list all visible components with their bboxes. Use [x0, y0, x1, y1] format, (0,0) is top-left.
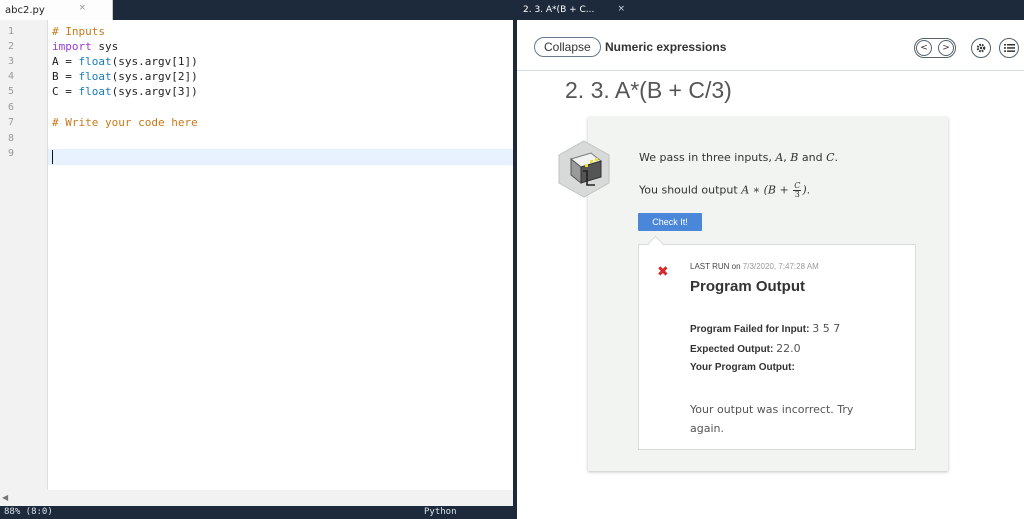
line-number: 8	[8, 133, 15, 144]
lesson-tabbar: 2. 3. A*(B + C... ×	[517, 0, 1024, 20]
code-area[interactable]: # Inputs import sys A = float(sys.argv[1…	[52, 20, 513, 490]
instruction-text: .	[806, 183, 811, 197]
code-line: B = float(sys.argv[2])	[52, 70, 513, 85]
cursor-position: 88% (8:0)	[4, 507, 53, 517]
close-icon[interactable]: ×	[78, 3, 86, 13]
prompt-text: We pass in three inputs,	[639, 151, 776, 164]
challenge-badge-icon	[558, 140, 610, 198]
your-output-label: Your Program Output:	[690, 362, 795, 373]
code-comment: # Inputs	[52, 25, 105, 38]
section-title: Numeric expressions	[605, 40, 727, 54]
failed-input-value: 3 5 7	[812, 322, 841, 335]
code-line: # Inputs	[52, 25, 513, 40]
editor-statusbar: 88% (8:0) Python	[0, 506, 513, 519]
last-run-time: 7/3/2020, 7:47:28 AM	[742, 262, 819, 271]
code-text: C =	[52, 85, 79, 98]
toolbar-divider	[517, 70, 1024, 71]
code-keyword: import	[52, 40, 92, 53]
output-instruction: You should output A ∗ (B + C 3).	[639, 182, 810, 199]
var-c: C	[826, 151, 835, 164]
line-number: 1	[8, 26, 15, 37]
failed-input-label: Program Failed for Input:	[690, 324, 813, 335]
lesson-tab-label: 2. 3. A*(B + C...	[523, 5, 595, 15]
line-number: 2	[8, 41, 15, 52]
line-number-gutter: 1 2 3 4 5 6 7 8 9	[0, 20, 48, 490]
code-text: B =	[52, 70, 79, 83]
line-number: 6	[8, 102, 15, 113]
instruction-text: You should output	[639, 183, 742, 197]
code-editor[interactable]: 1 2 3 4 5 6 7 8 9 # Inputs import sys A …	[0, 20, 513, 490]
editor-tabbar: abc2.py ×	[0, 0, 513, 20]
prompt-text: .	[834, 151, 839, 164]
code-function: float	[78, 85, 112, 98]
collapse-button[interactable]: Collapse	[534, 37, 601, 57]
check-it-button[interactable]: Check It!	[638, 213, 702, 231]
fraction: C3	[793, 182, 802, 199]
prompt-text: and	[798, 151, 827, 164]
close-icon[interactable]: ×	[617, 4, 625, 14]
list-icon	[1003, 44, 1015, 52]
failed-input-row: Program Failed for Input: 3 5 7	[690, 322, 840, 335]
lesson-toolbar: Collapse Numeric expressions < >	[517, 36, 1024, 60]
editor-tab-label: abc2.py	[5, 4, 45, 16]
scroll-left-icon[interactable]: ◀	[2, 493, 8, 502]
page-title: 2. 3. A*(B + C/3)	[565, 77, 732, 103]
editor-pane: abc2.py × 1 2 3 4 5 6 7 8 9 # Inputs imp…	[0, 0, 513, 519]
editor-tab[interactable]: abc2.py ×	[0, 0, 113, 20]
problem-statement: We pass in three inputs, A, B and C.	[639, 151, 838, 164]
page-nav: < >	[914, 38, 956, 58]
fraction-denominator: 3	[794, 190, 800, 199]
line-number: 4	[8, 71, 15, 82]
code-text: sys	[91, 40, 119, 53]
line-number: 3	[8, 56, 15, 67]
last-run-label: LAST RUN on	[690, 262, 743, 271]
code-text: (sys.argv[3])	[111, 85, 198, 98]
code-line: # Write your code here	[52, 116, 513, 131]
code-text: (sys.argv[1])	[111, 55, 198, 68]
chevron-left-icon[interactable]: <	[916, 40, 932, 56]
last-run-timestamp: LAST RUN on 7/3/2020, 7:47:28 AM	[690, 262, 819, 271]
line-number: 7	[8, 117, 15, 128]
code-line: import sys	[52, 40, 513, 55]
menu-button[interactable]	[999, 38, 1019, 58]
expected-output-label: Expected Output:	[690, 344, 777, 355]
result-message: Your output was incorrect. Try again.	[690, 403, 854, 435]
code-line: A = float(sys.argv[1])	[52, 55, 513, 70]
horizontal-scrollbar[interactable]: ◀	[0, 490, 513, 506]
line-number: 5	[8, 86, 15, 97]
code-function: float	[78, 55, 112, 68]
settings-button[interactable]	[971, 38, 991, 58]
x-mark-icon: ✖	[657, 264, 669, 280]
chevron-right-icon[interactable]: >	[938, 40, 954, 56]
code-line: C = float(sys.argv[3])	[52, 85, 513, 100]
code-function: float	[78, 70, 112, 83]
text-cursor	[52, 150, 53, 164]
code-text: (sys.argv[2])	[111, 70, 198, 83]
language-mode[interactable]: Python	[424, 507, 457, 517]
code-text: A =	[52, 55, 79, 68]
expected-output-value: 22.0	[776, 342, 801, 355]
expression: A ∗ (B +	[741, 183, 793, 197]
lesson-pane: 2. 3. A*(B + C... × Collapse Numeric exp…	[517, 0, 1024, 519]
your-output-row: Your Program Output:	[690, 362, 795, 373]
line-number: 9	[8, 148, 15, 159]
output-title: Program Output	[690, 278, 805, 295]
code-comment: # Write your code here	[52, 116, 198, 129]
expected-output-row: Expected Output: 22.0	[690, 342, 801, 355]
gear-icon	[976, 43, 986, 53]
lesson-tab[interactable]: 2. 3. A*(B + C... ×	[517, 0, 625, 20]
